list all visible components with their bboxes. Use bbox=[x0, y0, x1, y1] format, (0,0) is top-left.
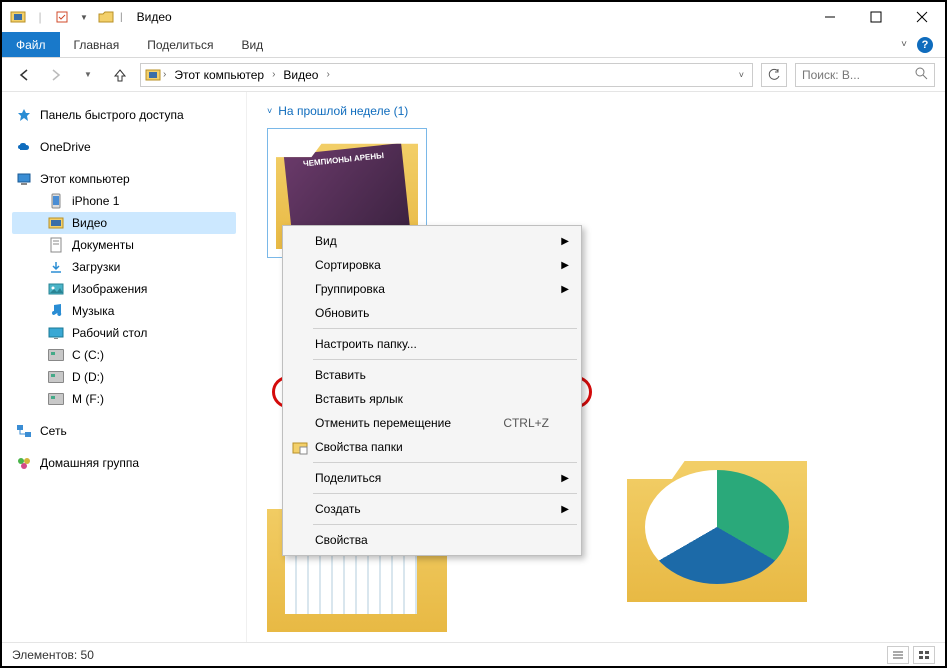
close-button[interactable] bbox=[899, 2, 945, 32]
qat-separator-icon: | bbox=[32, 9, 48, 25]
menu-undo-move[interactable]: Отменить перемещениеCTRL+Z bbox=[285, 411, 579, 435]
recent-dropdown[interactable]: ▼ bbox=[76, 63, 100, 87]
folder-item[interactable] bbox=[627, 452, 807, 602]
search-placeholder: Поиск: В... bbox=[802, 68, 909, 82]
menu-separator bbox=[313, 359, 577, 360]
forward-button[interactable] bbox=[44, 63, 68, 87]
sidebar-drive-m[interactable]: M (F:) bbox=[12, 388, 236, 410]
maximize-button[interactable] bbox=[853, 2, 899, 32]
star-icon bbox=[16, 107, 32, 123]
statusbar: Элементов: 50 bbox=[2, 642, 945, 666]
menu-group[interactable]: Группировка▶ bbox=[285, 277, 579, 301]
sidebar-desktop[interactable]: Рабочий стол bbox=[12, 322, 236, 344]
menu-view[interactable]: Вид▶ bbox=[285, 229, 579, 253]
music-icon bbox=[48, 303, 64, 319]
sidebar-onedrive[interactable]: OneDrive bbox=[12, 136, 236, 158]
onedrive-icon bbox=[16, 139, 32, 155]
sidebar-this-pc[interactable]: Этот компьютер bbox=[12, 168, 236, 190]
explorer-window: | ▼ | Видео Файл Главная Поделит bbox=[0, 0, 947, 668]
item-count: Элементов: 50 bbox=[12, 648, 94, 662]
crumb-sep-icon[interactable]: › bbox=[163, 69, 166, 80]
menu-new[interactable]: Создать▶ bbox=[285, 497, 579, 521]
desktop-icon bbox=[48, 325, 64, 341]
menu-refresh[interactable]: Обновить bbox=[285, 301, 579, 325]
crumb-sep-icon[interactable]: › bbox=[326, 69, 329, 80]
qat-separator: | bbox=[120, 12, 123, 23]
pictures-icon bbox=[48, 281, 64, 297]
menu-paste[interactable]: Вставить bbox=[285, 363, 579, 387]
tab-share[interactable]: Поделиться bbox=[133, 32, 227, 57]
window-title: Видео bbox=[131, 10, 172, 24]
video-icon bbox=[48, 215, 64, 231]
view-thumbnails-button[interactable] bbox=[913, 646, 935, 664]
breadcrumb-dropdown-icon[interactable]: ˅ bbox=[739, 70, 744, 80]
shortcut-label: CTRL+Z bbox=[503, 416, 549, 430]
folder-props-icon bbox=[291, 438, 309, 456]
up-button[interactable] bbox=[108, 63, 132, 87]
qat-properties-icon[interactable] bbox=[54, 9, 70, 25]
menu-customize-folder[interactable]: Настроить папку... bbox=[285, 332, 579, 356]
refresh-button[interactable] bbox=[761, 63, 787, 87]
crumb-this-pc[interactable]: Этот компьютер bbox=[168, 68, 270, 82]
sidebar-music[interactable]: Музыка bbox=[12, 300, 236, 322]
sidebar-pictures[interactable]: Изображения bbox=[12, 278, 236, 300]
sidebar-downloads[interactable]: Загрузки bbox=[12, 256, 236, 278]
drive-icon bbox=[48, 369, 64, 385]
menu-separator bbox=[313, 328, 577, 329]
titlebar: | ▼ | Видео bbox=[2, 2, 945, 32]
folder-icon bbox=[98, 9, 114, 25]
pc-icon bbox=[16, 171, 32, 187]
phone-icon bbox=[48, 193, 64, 209]
tab-home[interactable]: Главная bbox=[60, 32, 134, 57]
sidebar-quick-access[interactable]: Панель быстрого доступа bbox=[12, 104, 236, 126]
drive-icon bbox=[48, 347, 64, 363]
documents-icon bbox=[48, 237, 64, 253]
tab-file[interactable]: Файл bbox=[2, 32, 60, 57]
sidebar-drive-d[interactable]: D (D:) bbox=[12, 366, 236, 388]
breadcrumb[interactable]: › Этот компьютер › Видео › ˅ bbox=[140, 63, 753, 87]
submenu-arrow-icon: ▶ bbox=[561, 284, 569, 295]
help-icon[interactable]: ? bbox=[917, 37, 933, 53]
search-input[interactable]: Поиск: В... bbox=[795, 63, 935, 87]
sidebar-network[interactable]: Сеть bbox=[12, 420, 236, 442]
video-lib-icon bbox=[145, 67, 161, 83]
crumb-sep-icon[interactable]: › bbox=[272, 69, 275, 80]
search-icon bbox=[915, 67, 928, 83]
menu-separator bbox=[313, 493, 577, 494]
sidebar-videos[interactable]: Видео bbox=[12, 212, 236, 234]
menu-share[interactable]: Поделиться▶ bbox=[285, 466, 579, 490]
downloads-icon bbox=[48, 259, 64, 275]
menu-separator bbox=[313, 524, 577, 525]
view-details-button[interactable] bbox=[887, 646, 909, 664]
sidebar-drive-c[interactable]: C (C:) bbox=[12, 344, 236, 366]
ribbon-expand-icon[interactable]: ˅ bbox=[901, 39, 907, 50]
qat-dropdown-icon[interactable]: ▼ bbox=[76, 9, 92, 25]
menu-separator bbox=[313, 462, 577, 463]
sidebar-homegroup[interactable]: Домашняя группа bbox=[12, 452, 236, 474]
crumb-videos[interactable]: Видео bbox=[277, 68, 324, 82]
video-folder-icon bbox=[10, 9, 26, 25]
submenu-arrow-icon: ▶ bbox=[561, 473, 569, 484]
homegroup-icon bbox=[16, 455, 32, 471]
submenu-arrow-icon: ▶ bbox=[561, 260, 569, 271]
sidebar-documents[interactable]: Документы bbox=[12, 234, 236, 256]
drive-icon bbox=[48, 391, 64, 407]
submenu-arrow-icon: ▶ bbox=[561, 504, 569, 515]
addressbar: ▼ › Этот компьютер › Видео › ˅ Поиск: В.… bbox=[2, 58, 945, 92]
tab-view[interactable]: Вид bbox=[227, 32, 277, 57]
menu-paste-shortcut[interactable]: Вставить ярлык bbox=[285, 387, 579, 411]
menu-properties[interactable]: Свойства bbox=[285, 528, 579, 552]
chevron-down-icon: ˅ bbox=[267, 106, 272, 116]
minimize-button[interactable] bbox=[807, 2, 853, 32]
context-menu: Вид▶ Сортировка▶ Группировка▶ Обновить Н… bbox=[282, 225, 582, 556]
submenu-arrow-icon: ▶ bbox=[561, 236, 569, 247]
sidebar-iphone[interactable]: iPhone 1 bbox=[12, 190, 236, 212]
group-header[interactable]: ˅ На прошлой неделе (1) bbox=[267, 104, 925, 118]
back-button[interactable] bbox=[12, 63, 36, 87]
navigation-pane: Панель быстрого доступа OneDrive Этот ко… bbox=[2, 92, 247, 642]
menu-sort[interactable]: Сортировка▶ bbox=[285, 253, 579, 277]
network-icon bbox=[16, 423, 32, 439]
ribbon-tabs: Файл Главная Поделиться Вид ˅ ? bbox=[2, 32, 945, 58]
menu-folder-properties[interactable]: Свойства папки bbox=[285, 435, 579, 459]
